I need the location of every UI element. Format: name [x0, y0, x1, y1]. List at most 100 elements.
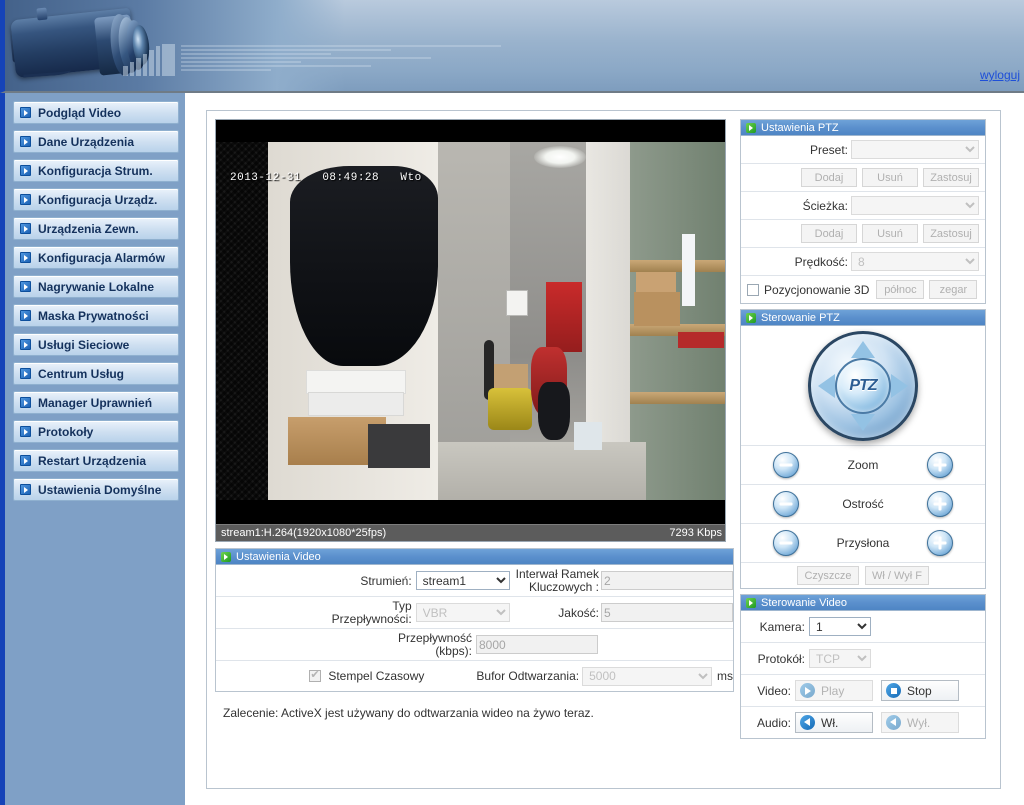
- sidebar-item-label: Dane Urządzenia: [38, 134, 135, 149]
- video-control-header: Sterowanie Video: [741, 595, 985, 611]
- sidebar-item-konfiguracja-alarmow[interactable]: Konfiguracja Alarmów: [13, 246, 179, 269]
- page-header: wyloguj: [0, 0, 1024, 93]
- camera-label: Kamera:: [759, 619, 805, 634]
- stream-info-label: stream1:H.264(1920x1080*25fps): [221, 527, 387, 539]
- path-select[interactable]: [851, 196, 979, 215]
- main-content: 2013-12-31 08:49:28 Wto stream1:H.264(19…: [192, 93, 1024, 805]
- sidebar-item-ustawienia-domyslne[interactable]: Ustawienia Domyślne: [13, 478, 179, 501]
- camera-select[interactable]: 1: [809, 617, 871, 636]
- preset-select[interactable]: [851, 140, 979, 159]
- play-button[interactable]: Play: [795, 680, 873, 701]
- timestamp-checkbox[interactable]: [309, 668, 322, 682]
- focus-label: Ostrość: [842, 497, 884, 511]
- panel-title: Ustawienia Video: [236, 550, 321, 563]
- arrow-box-icon: [20, 455, 31, 466]
- video-scene-image: [216, 142, 725, 500]
- ptz-left-arrow-icon[interactable]: [818, 373, 835, 398]
- video-playback-row: Video: Play Stop: [741, 675, 985, 707]
- preset-delete-button[interactable]: Usuń: [862, 168, 918, 187]
- iris-minus-icon[interactable]: [773, 530, 799, 556]
- video-label: Video:: [757, 683, 791, 698]
- zoom-plus-icon[interactable]: [927, 452, 953, 478]
- north-button[interactable]: północ: [876, 280, 925, 299]
- speed-select[interactable]: 8: [851, 252, 979, 271]
- ptz-right-arrow-icon[interactable]: [891, 373, 908, 398]
- zoom-minus-icon[interactable]: [773, 452, 799, 478]
- path-delete-button[interactable]: Usuń: [862, 224, 918, 243]
- path-buttons-row: Dodaj Usuń Zastosuj: [741, 220, 985, 248]
- play-label: Play: [821, 683, 845, 698]
- zoom-row: Zoom: [741, 446, 985, 485]
- zoom-label: Zoom: [847, 458, 879, 472]
- camera-row: Kamera: 1: [741, 611, 985, 643]
- arrow-box-icon: [20, 107, 31, 118]
- video-player[interactable]: 2013-12-31 08:49:28 Wto stream1:H.264(19…: [215, 119, 726, 542]
- sidebar-item-nagrywanie-lokalne[interactable]: Nagrywanie Lokalne: [13, 275, 179, 298]
- focus-plus-icon[interactable]: [927, 491, 953, 517]
- video-settings-panel: Ustawienia Video Strumień: stream1 Inter…: [215, 548, 734, 692]
- right-column: Ustawienia PTZ Preset: Dodaj Usuń Zastos…: [740, 119, 986, 739]
- audio-off-button[interactable]: Wył.: [881, 712, 959, 733]
- panel-title: Ustawienia PTZ: [761, 121, 839, 134]
- preset-apply-button[interactable]: Zastosuj: [923, 168, 979, 187]
- bitrate-input[interactable]: [476, 635, 598, 654]
- sidebar-item-dane-urzadzenia[interactable]: Dane Urządzenia: [13, 130, 179, 153]
- arrow-box-icon: [20, 426, 31, 437]
- preset-label: Preset:: [809, 142, 848, 157]
- clean-button[interactable]: Czyszcze: [797, 566, 859, 585]
- focus-minus-icon[interactable]: [773, 491, 799, 517]
- audio-on-button[interactable]: Wł.: [795, 712, 873, 733]
- panels-row: 2013-12-31 08:49:28 Wto stream1:H.264(19…: [215, 119, 992, 739]
- logout-link[interactable]: wyloguj: [980, 68, 1020, 82]
- sidebar-item-restart-urzadzenia[interactable]: Restart Urządzenia: [13, 449, 179, 472]
- stop-button[interactable]: Stop: [881, 680, 959, 701]
- ptz-settings-header: Ustawienia PTZ: [741, 120, 985, 136]
- sidebar-item-urzadzenia-zewn[interactable]: Urządzenia Zewn.: [13, 217, 179, 240]
- bitrate-type-label: Typ Przepływności:: [331, 598, 412, 626]
- header-bargraph-decoration: [123, 44, 176, 76]
- path-add-button[interactable]: Dodaj: [801, 224, 857, 243]
- stream-select[interactable]: stream1: [415, 571, 511, 590]
- positioning-3d-label: Pozycjonowanie 3D: [764, 282, 870, 297]
- ptz-joystick[interactable]: PTZ: [808, 330, 918, 441]
- sidebar-item-uslugi-sieciowe[interactable]: Usługi Sieciowe: [13, 333, 179, 356]
- bitrate-type-select[interactable]: VBR: [415, 603, 511, 622]
- sidebar-item-podglad-video[interactable]: Podgląd Video: [13, 101, 179, 124]
- sidebar-item-manager-uprawnien[interactable]: Manager Uprawnień: [13, 391, 179, 414]
- panel-arrow-icon: [746, 597, 756, 608]
- sidebar-item-protokoly[interactable]: Protokoły: [13, 420, 179, 443]
- protocol-select[interactable]: TCP: [809, 649, 871, 668]
- iris-plus-icon[interactable]: [927, 530, 953, 556]
- iris-row: Przysłona: [741, 524, 985, 563]
- clock-button[interactable]: zegar: [929, 280, 978, 299]
- buffer-select[interactable]: 5000: [582, 666, 712, 686]
- page-body: Podgląd Video Dane Urządzenia Konfigurac…: [0, 93, 1024, 805]
- sidebar-item-maska-prywatnosci[interactable]: Maska Prywatności: [13, 304, 179, 327]
- buffer-unit-label: ms: [717, 669, 733, 683]
- ptz-extra-buttons-row: Czyszcze Wł / Wył F: [741, 563, 985, 588]
- timestamp-buffer-row: Stempel Czasowy Bufor Odtwarzania: 5000 …: [216, 661, 733, 691]
- protocol-row: Protokół: TCP: [741, 643, 985, 675]
- arrow-box-icon: [20, 223, 31, 234]
- ptz-settings-panel: Ustawienia PTZ Preset: Dodaj Usuń Zastos…: [740, 119, 986, 304]
- sidebar-item-konfiguracja-strum[interactable]: Konfiguracja Strum.: [13, 159, 179, 182]
- timestamp-label: Stempel Czasowy: [328, 669, 425, 683]
- speaker-on-icon: [800, 715, 815, 730]
- preset-add-button[interactable]: Dodaj: [801, 168, 857, 187]
- quality-input[interactable]: [600, 603, 733, 622]
- video-settings-header: Ustawienia Video: [216, 549, 733, 565]
- video-timestamp-overlay: 2013-12-31 08:49:28 Wto: [230, 172, 422, 184]
- path-apply-button[interactable]: Zastosuj: [923, 224, 979, 243]
- positioning-3d-checkbox[interactable]: [747, 283, 759, 296]
- keyframe-input[interactable]: [600, 571, 733, 590]
- audio-row: Audio: Wł. Wył.: [741, 707, 985, 738]
- play-icon: [800, 683, 815, 698]
- positioning-3d-row: Pozycjonowanie 3D północ zegar: [741, 276, 985, 303]
- sidebar-item-centrum-uslug[interactable]: Centrum Usług: [13, 362, 179, 385]
- onoff-button[interactable]: Wł / Wył F: [865, 566, 929, 585]
- ptz-up-arrow-icon[interactable]: [851, 340, 875, 358]
- ptz-center-button[interactable]: PTZ: [835, 357, 891, 414]
- sidebar-item-konfiguracja-urzadz[interactable]: Konfiguracja Urządz.: [13, 188, 179, 211]
- ptz-down-arrow-icon[interactable]: [851, 413, 875, 431]
- sidebar-item-label: Podgląd Video: [38, 105, 122, 120]
